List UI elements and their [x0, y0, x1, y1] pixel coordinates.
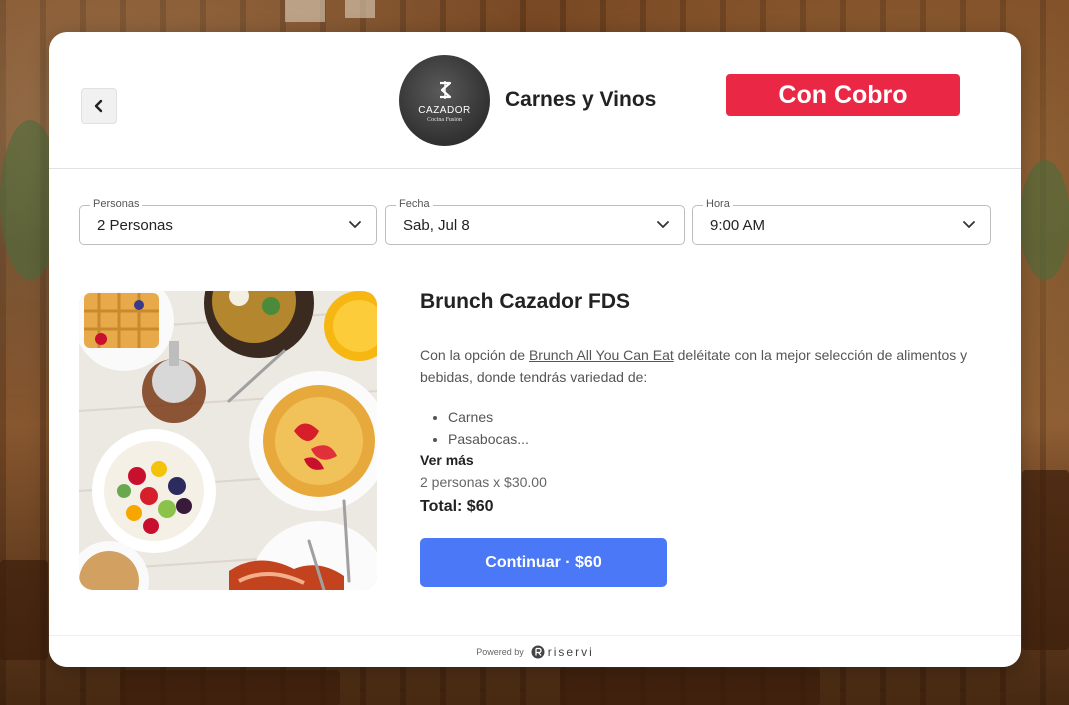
people-select-value: 2 Personas — [97, 217, 173, 234]
logo-tagline: Cocina Fusión — [427, 116, 462, 123]
logo-mark-icon — [439, 80, 451, 99]
restaurant-name: Carnes y Vinos — [505, 88, 657, 111]
see-more-link[interactable]: Ver más — [420, 450, 980, 470]
booking-header: CAZADOR Cocina Fusión Carnes y Vinos Con… — [49, 32, 1021, 169]
chevron-down-icon — [349, 221, 361, 229]
list-item: Carnes — [448, 406, 980, 428]
booking-card: CAZADOR Cocina Fusión Carnes y Vinos Con… — [49, 32, 1021, 667]
date-select-value: Sab, Jul 8 — [403, 217, 470, 234]
date-select[interactable]: Fecha Sab, Jul 8 — [385, 198, 685, 245]
riservi-brand[interactable]: riservi — [548, 645, 594, 659]
price-calculation: 2 personas x $30.00 — [420, 474, 547, 490]
riservi-logo-icon — [531, 645, 545, 658]
total-price: Total: $60 — [420, 498, 494, 515]
time-select-label: Hora — [703, 198, 733, 210]
people-select[interactable]: Personas 2 Personas — [79, 198, 377, 245]
chevron-left-icon — [94, 99, 103, 113]
description-prefix: Con la opción de — [420, 347, 529, 363]
product-description: Con la opción de Brunch All You Can Eat … — [420, 344, 980, 388]
time-select[interactable]: Hora 9:00 AM — [692, 198, 991, 245]
list-item: Pasabocas... — [448, 428, 980, 450]
chevron-down-icon — [963, 221, 975, 229]
brunch-link[interactable]: Brunch All You Can Eat — [529, 347, 674, 363]
payment-badge: Con Cobro — [726, 74, 960, 116]
time-select-value: 9:00 AM — [710, 217, 766, 234]
chevron-down-icon — [657, 221, 669, 229]
back-button[interactable] — [81, 88, 117, 124]
powered-by-label: Powered by — [476, 646, 524, 657]
people-select-label: Personas — [90, 198, 143, 210]
product-items-list: Carnes Pasabocas... — [420, 406, 980, 450]
product-title: Brunch Cazador FDS — [420, 290, 631, 313]
product-image — [79, 291, 377, 590]
product-details: Brunch Cazador FDS Con la opción de Brun… — [420, 290, 980, 587]
date-select-label: Fecha — [396, 198, 433, 210]
logo-name: CAZADOR — [418, 104, 471, 116]
continue-button[interactable]: Continuar · $60 — [420, 538, 667, 587]
restaurant-logo: CAZADOR Cocina Fusión — [399, 55, 490, 146]
reservation-selectors: Personas 2 Personas Fecha Sab, Jul 8 Hor… — [79, 198, 991, 245]
powered-by-footer: Powered by riservi — [49, 635, 1021, 667]
